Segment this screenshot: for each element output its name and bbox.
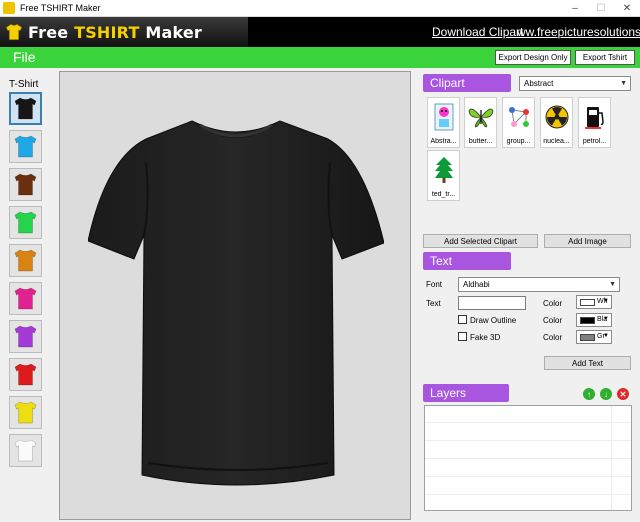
maximize-button[interactable]: ☐: [588, 0, 614, 17]
tshirt-logo-icon: [6, 24, 22, 40]
tshirt-color-swatch[interactable]: [9, 396, 42, 429]
brand-name: Free TSHIRT Maker: [28, 22, 203, 42]
clipart-item-petrol[interactable]: petrol...: [578, 97, 611, 148]
menu-bar: File Export Design Only Export Tshirt: [0, 47, 640, 68]
text-input[interactable]: [458, 296, 526, 310]
tshirt-icon: [14, 287, 37, 310]
clipart-item-nuclear[interactable]: nuclea...: [540, 97, 573, 148]
fake-3d-checkbox[interactable]: [458, 332, 467, 341]
clipart-item-tree[interactable]: ted_tr...: [427, 150, 460, 201]
close-button[interactable]: ✕: [614, 0, 640, 17]
draw-outline-label: Draw Outline: [470, 316, 517, 325]
color-chip: [580, 317, 595, 324]
tshirt-color-swatch[interactable]: [9, 130, 42, 163]
layer-down-icon[interactable]: ↓: [600, 388, 612, 400]
tshirt-icon: [14, 439, 37, 462]
tshirt-icon: [14, 173, 37, 196]
tshirt-color-swatch[interactable]: [9, 168, 42, 201]
app-icon: [3, 2, 15, 14]
tshirt-color-swatch[interactable]: [9, 320, 42, 353]
clipart-category-select[interactable]: Abstract ▼: [519, 76, 631, 91]
tshirt-icon: [14, 401, 37, 424]
tree-icon: [435, 156, 453, 183]
tshirt-color-swatch[interactable]: [9, 206, 42, 239]
delete-layer-icon[interactable]: ✕: [617, 388, 629, 400]
tshirt-icon: [14, 325, 37, 348]
chevron-down-icon: ▼: [603, 333, 609, 339]
tshirt-color-swatch[interactable]: [9, 434, 42, 467]
tshirt-color-swatch[interactable]: [9, 244, 42, 277]
petrol-pump-icon: [585, 106, 604, 129]
logo: Free TSHIRT Maker: [0, 17, 248, 47]
chevron-down-icon: ▼: [620, 80, 627, 87]
header-banner: Free TSHIRT Maker Download Clipart ww.fr…: [0, 17, 640, 47]
text-label: Text: [426, 299, 441, 308]
add-selected-clipart-button[interactable]: Add Selected Clipart: [423, 234, 538, 248]
tshirt-section-label: T-Shirt: [9, 79, 39, 90]
font-label: Font: [426, 280, 443, 289]
tshirt-icon: [14, 97, 37, 120]
tshirt-color-swatch[interactable]: [9, 282, 42, 315]
clipart-gallery: Abstra... butter... group... nuclea... p…: [423, 95, 631, 230]
tshirt-color-swatch[interactable]: [9, 92, 42, 125]
minimize-button[interactable]: –: [562, 0, 588, 17]
file-menu[interactable]: File: [13, 49, 36, 65]
export-design-button[interactable]: Export Design Only: [495, 50, 571, 65]
clipart-item-abstract[interactable]: Abstra...: [427, 97, 460, 148]
draw-outline-checkbox[interactable]: [458, 315, 467, 324]
clipart-item-butterfly[interactable]: butter...: [464, 97, 497, 148]
add-text-button[interactable]: Add Text: [544, 356, 631, 370]
chevron-down-icon: ▼: [609, 281, 616, 288]
abstract-face-icon: [434, 103, 454, 130]
clipart-section-title: Clipart: [423, 74, 511, 92]
download-clipart-link[interactable]: Download Clipart: [432, 25, 523, 39]
layers-section-title: Layers: [423, 384, 509, 402]
group-network-icon: [509, 106, 529, 127]
window-title-bar: Free TSHIRT Maker – ☐ ✕: [0, 0, 640, 17]
text-color-label: Color: [543, 299, 563, 308]
export-tshirt-button[interactable]: Export Tshirt: [575, 50, 635, 65]
font-select[interactable]: Aldhabi ▼: [458, 277, 620, 292]
layers-list[interactable]: [424, 405, 632, 511]
3d-color-label: Color: [543, 333, 563, 342]
tshirt-icon: [14, 211, 37, 234]
clipart-item-group[interactable]: group...: [502, 97, 535, 148]
tshirt-preview-image: [88, 120, 384, 486]
text-section-title: Text: [423, 252, 511, 270]
color-chip: [580, 299, 595, 306]
3d-color-picker[interactable]: Gr ▼: [576, 330, 612, 344]
chevron-down-icon: ▼: [603, 298, 609, 304]
design-canvas[interactable]: [59, 71, 411, 520]
butterfly-icon: [468, 108, 494, 127]
fake-3d-label: Fake 3D: [470, 333, 501, 342]
tshirt-icon: [14, 135, 37, 158]
outline-color-label: Color: [543, 316, 563, 325]
text-color-picker[interactable]: Wh ▼: [576, 295, 612, 309]
window-title: Free TSHIRT Maker: [20, 3, 101, 13]
website-link[interactable]: ww.freepicturesolutions.co: [517, 25, 640, 39]
tshirt-icon: [14, 249, 37, 272]
tshirt-icon: [14, 363, 37, 386]
outline-color-picker[interactable]: Bla ▼: [576, 313, 612, 327]
add-image-button[interactable]: Add Image: [544, 234, 631, 248]
chevron-down-icon: ▼: [603, 316, 609, 322]
layer-up-icon[interactable]: ↑: [583, 388, 595, 400]
tshirt-color-swatch[interactable]: [9, 358, 42, 391]
color-chip: [580, 334, 595, 341]
nuclear-icon: [545, 105, 569, 128]
